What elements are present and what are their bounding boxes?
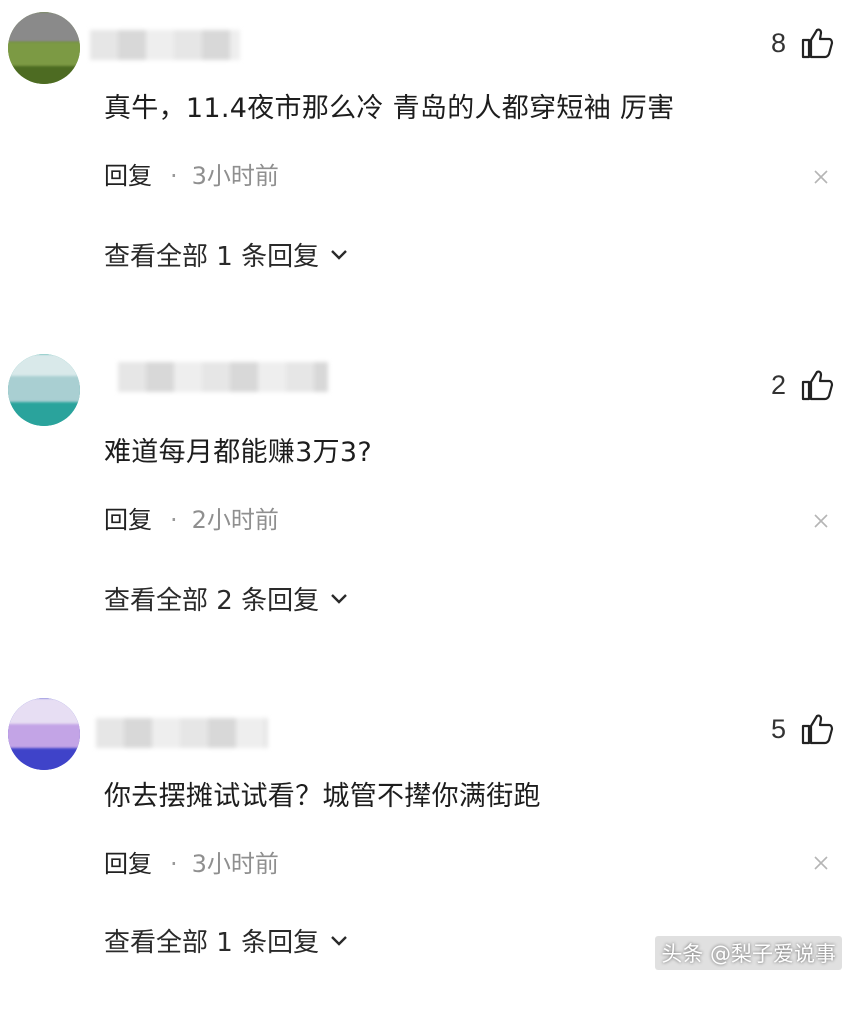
like-count: 8 xyxy=(770,28,786,58)
comment-text: 你去摆摊试试看？城管不撵你满街跑 xyxy=(104,781,541,812)
comment-meta: 回复 · 2小时前 xyxy=(104,500,279,535)
thumbs-up-icon[interactable] xyxy=(800,26,834,60)
like-count: 2 xyxy=(770,370,786,400)
separator-dot: · xyxy=(170,506,178,534)
comment-item: 8 真牛，11.4夜市那么冷 青岛的人都穿短袖 厉害 回复 · 3小时前 查看全部 … xyxy=(0,0,860,344)
view-replies-label: 查看全部 1 条回复 xyxy=(104,928,320,958)
view-replies-button[interactable]: 查看全部 1 条回复 xyxy=(104,922,349,959)
view-replies-button[interactable]: 查看全部 2 条回复 xyxy=(104,580,349,617)
like-count: 5 xyxy=(770,714,786,744)
thumbs-up-icon[interactable] xyxy=(800,712,834,746)
comment-text: 难道每月都能赚3万3? xyxy=(104,437,372,468)
separator-dot: · xyxy=(170,162,178,190)
reply-button[interactable]: 回复 xyxy=(104,850,152,878)
timestamp: 2小时前 xyxy=(191,506,279,534)
close-icon[interactable] xyxy=(812,168,830,186)
close-icon[interactable] xyxy=(812,854,830,872)
avatar[interactable] xyxy=(8,698,80,770)
avatar[interactable] xyxy=(8,354,80,426)
timestamp: 3小时前 xyxy=(191,162,279,190)
view-replies-label: 查看全部 2 条回复 xyxy=(104,586,320,616)
chevron-down-icon xyxy=(331,935,347,946)
close-icon[interactable] xyxy=(812,512,830,530)
chevron-down-icon xyxy=(331,593,347,604)
view-replies-button[interactable]: 查看全部 1 条回复 xyxy=(104,236,349,273)
comment-meta: 回复 · 3小时前 xyxy=(104,156,279,191)
username-blurred[interactable] xyxy=(96,718,268,748)
comment-item: 2 难道每月都能赚3万3? 回复 · 2小时前 查看全部 2 条回复 xyxy=(0,344,860,688)
username-blurred[interactable] xyxy=(90,30,240,60)
view-replies-label: 查看全部 1 条回复 xyxy=(104,242,320,272)
reply-button[interactable]: 回复 xyxy=(104,506,152,534)
separator-dot: · xyxy=(170,850,178,878)
timestamp: 3小时前 xyxy=(191,850,279,878)
watermark: 头条 @梨子爱说事 xyxy=(655,936,842,970)
username-blurred[interactable] xyxy=(118,362,328,392)
comment-text: 真牛，11.4夜市那么冷 青岛的人都穿短袖 厉害 xyxy=(104,93,675,124)
avatar[interactable] xyxy=(8,12,80,84)
reply-button[interactable]: 回复 xyxy=(104,162,152,190)
comment-meta: 回复 · 3小时前 xyxy=(104,844,279,879)
comment-item: 5 你去摆摊试试看？城管不撵你满街跑 回复 · 3小时前 查看全部 1 条回复 xyxy=(0,688,860,1032)
thumbs-up-icon[interactable] xyxy=(800,368,834,402)
chevron-down-icon xyxy=(331,249,347,260)
